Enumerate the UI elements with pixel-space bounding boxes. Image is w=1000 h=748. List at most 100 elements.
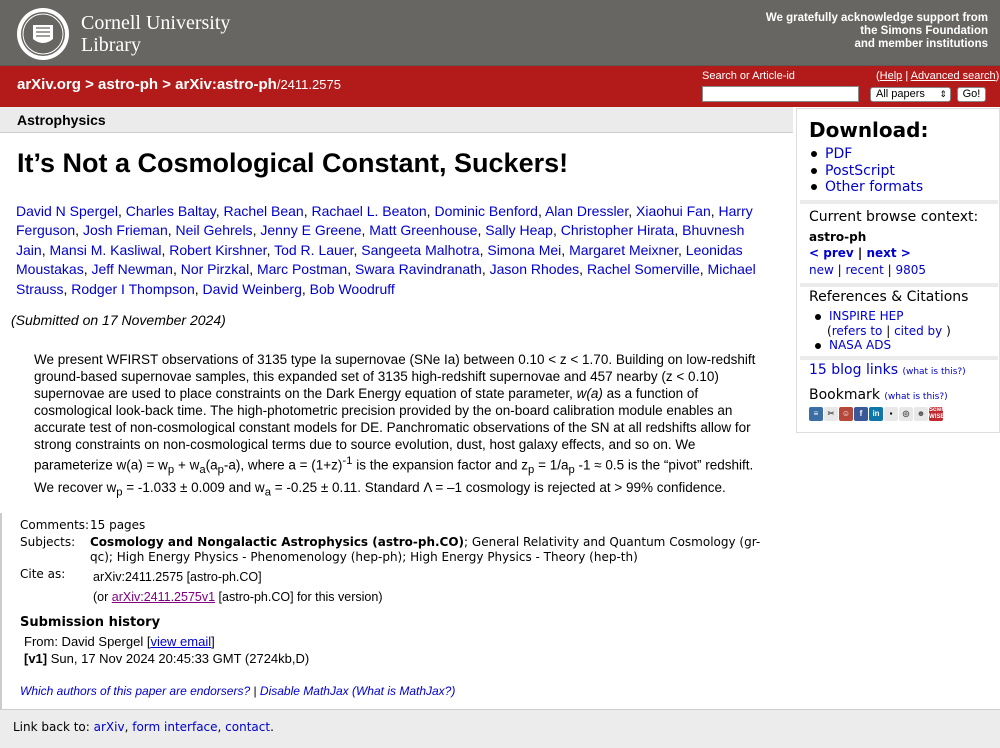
subject-title: Astrophysics <box>17 112 106 128</box>
chevron-updown-icon: ⇕ <box>939 89 947 99</box>
author-separator: , <box>75 222 83 239</box>
author-link[interactable]: Robert Kirshner <box>169 242 266 258</box>
breadcrumb-listing[interactable]: arXiv:astro-ph <box>175 76 277 93</box>
abstract-text: (a <box>205 457 218 473</box>
nasa-ads-link[interactable]: NASA ADS <box>829 338 891 352</box>
author-separator: , <box>579 261 587 278</box>
author-link[interactable]: Jeff Newman <box>91 261 172 277</box>
author-link[interactable]: Tod R. Lauer <box>274 242 353 258</box>
blog-links-link[interactable]: 15 blog links <box>809 362 898 378</box>
author-link[interactable]: Charles Baltay <box>126 203 216 219</box>
view-email-link[interactable]: view email <box>150 634 211 649</box>
sciencewise-icon[interactable]: Science WISE <box>929 407 952 421</box>
digg-icon[interactable]: ◎ <box>899 407 913 421</box>
go-button[interactable]: Go! <box>957 87 986 102</box>
library-name[interactable]: Cornell University Library <box>81 12 230 56</box>
author-link[interactable]: David N Spergel <box>16 203 118 219</box>
mendeley-icon[interactable]: ▪ <box>884 407 898 421</box>
author-link[interactable]: Alan Dressler <box>545 203 628 219</box>
submission-history-title: Submission history <box>20 615 161 630</box>
author-separator: , <box>117 203 126 219</box>
author-link[interactable]: Christopher Hirata <box>561 222 675 238</box>
bullet-icon <box>811 167 817 174</box>
author-link[interactable]: Mansi M. Kasliwal <box>49 242 161 258</box>
listing-links: new | recent | 9805 <box>809 263 927 277</box>
disable-mathjax-link[interactable]: Disable MathJax <box>260 684 349 698</box>
bookmark-label: Bookmark <box>809 387 880 403</box>
bibsonomy-icon[interactable]: ≡ <box>809 407 823 421</box>
author-link[interactable]: Nor Pirzkal <box>181 261 249 277</box>
author-link[interactable]: Jenny E Greene <box>260 222 361 238</box>
ack-line: and member institutions <box>854 38 988 50</box>
ack-line: We gratefully acknowledge support from <box>765 12 988 24</box>
help-links: (Help | Advanced search) <box>876 70 1000 82</box>
search-input[interactable] <box>702 86 859 102</box>
author-list: David N Spergel, Charles Baltay, Rachel … <box>16 202 776 299</box>
endorsers-link[interactable]: Which authors of this paper are endorser… <box>20 684 250 698</box>
footer-arxiv-link[interactable]: arXiv <box>94 720 125 734</box>
next-link[interactable]: next > <box>866 246 910 260</box>
org-name: Cornell University <box>81 12 231 34</box>
other-formats-link[interactable]: Other formats <box>825 179 923 195</box>
download-item: PostScript <box>811 163 923 180</box>
primary-subject: Cosmology and Nongalactic Astrophysics (… <box>90 535 465 549</box>
comments-value: 15 pages <box>90 518 146 532</box>
postscript-link[interactable]: PostScript <box>825 163 895 179</box>
ack-line: the Simons Foundation <box>860 25 988 37</box>
author-link[interactable]: Simona Mei <box>487 242 561 258</box>
author-link[interactable]: Marc Postman <box>257 261 347 277</box>
breadcrumb-id: /2411.2575 <box>276 77 341 92</box>
download-title: Download: <box>809 118 929 142</box>
cited-by-link[interactable]: cited by <box>894 324 942 338</box>
prev-link[interactable]: < prev <box>809 246 854 260</box>
author-link[interactable]: Swara Ravindranath <box>355 261 482 277</box>
author-link[interactable]: Xiaohui Fan <box>636 203 711 219</box>
new-link[interactable]: new <box>809 263 834 277</box>
citeulike-icon[interactable]: ✂ <box>824 407 838 421</box>
acknowledgement: We gratefully acknowledge support from t… <box>766 12 988 51</box>
recent-link[interactable]: recent <box>845 263 883 277</box>
what-is-this-link[interactable]: (what is this?) <box>884 392 947 402</box>
breadcrumb: arXiv.org > astro-ph > arXiv:astro-ph/24… <box>17 76 341 93</box>
author-link[interactable]: Matt Greenhouse <box>369 222 477 238</box>
author-link[interactable]: Josh Frieman <box>83 222 168 238</box>
author-link[interactable]: Rachel Somerville <box>587 261 700 277</box>
divider <box>800 283 998 287</box>
prev-next: < prev | next > <box>809 246 911 260</box>
author-link[interactable]: Rachael L. Beaton <box>311 203 426 219</box>
author-link[interactable]: Jason Rhodes <box>490 261 580 277</box>
breadcrumb-astro-ph[interactable]: astro-ph <box>98 76 158 93</box>
author-link[interactable]: Dominic Benford <box>434 203 538 219</box>
abstract-text: + w <box>174 457 200 473</box>
nasa-item: NASA ADS <box>815 338 891 352</box>
footer-contact-link[interactable]: contact <box>225 720 270 734</box>
footer-form-link[interactable]: form interface <box>132 720 217 734</box>
what-is-this-link[interactable]: (what is this?) <box>902 367 965 377</box>
endorse-links: Which authors of this paper are endorser… <box>20 684 455 698</box>
author-link[interactable]: Margaret Meixner <box>569 242 678 258</box>
author-link[interactable]: Rodger I Thompson <box>71 281 194 297</box>
author-link[interactable]: Bob Woodruff <box>310 281 395 297</box>
author-link[interactable]: David Weinberg <box>203 281 302 297</box>
cornell-seal-icon[interactable] <box>16 7 70 61</box>
author-link[interactable]: Rachel Bean <box>224 203 304 219</box>
month-link[interactable]: 9805 <box>896 263 927 277</box>
delicious-icon[interactable]: ☺ <box>839 407 853 421</box>
refers-to-link[interactable]: refers to <box>832 324 883 338</box>
abstract: We present WFIRST observations of 3135 t… <box>34 351 759 502</box>
help-link[interactable]: Help <box>880 70 903 82</box>
linkedin-icon[interactable]: in <box>869 407 883 421</box>
author-link[interactable]: Neil Gehrels <box>176 222 253 238</box>
version-link[interactable]: arXiv:2411.2575v1 <box>112 590 215 604</box>
what-is-mathjax-link[interactable]: (What is MathJax?) <box>352 684 455 698</box>
reddit-icon[interactable]: ☻ <box>914 407 928 421</box>
author-link[interactable]: Sangeeta Malhotra <box>361 242 479 258</box>
advanced-search-link[interactable]: Advanced search <box>911 70 996 82</box>
inspire-link[interactable]: INSPIRE HEP <box>829 309 903 323</box>
author-link[interactable]: Sally Heap <box>485 222 553 238</box>
facebook-icon[interactable]: f <box>854 407 868 421</box>
search-scope-select[interactable]: All papers ⇕ <box>870 87 951 102</box>
abstract-sup: -1 <box>342 455 353 467</box>
breadcrumb-arxiv[interactable]: arXiv.org <box>17 76 81 93</box>
pdf-link[interactable]: PDF <box>825 146 852 162</box>
